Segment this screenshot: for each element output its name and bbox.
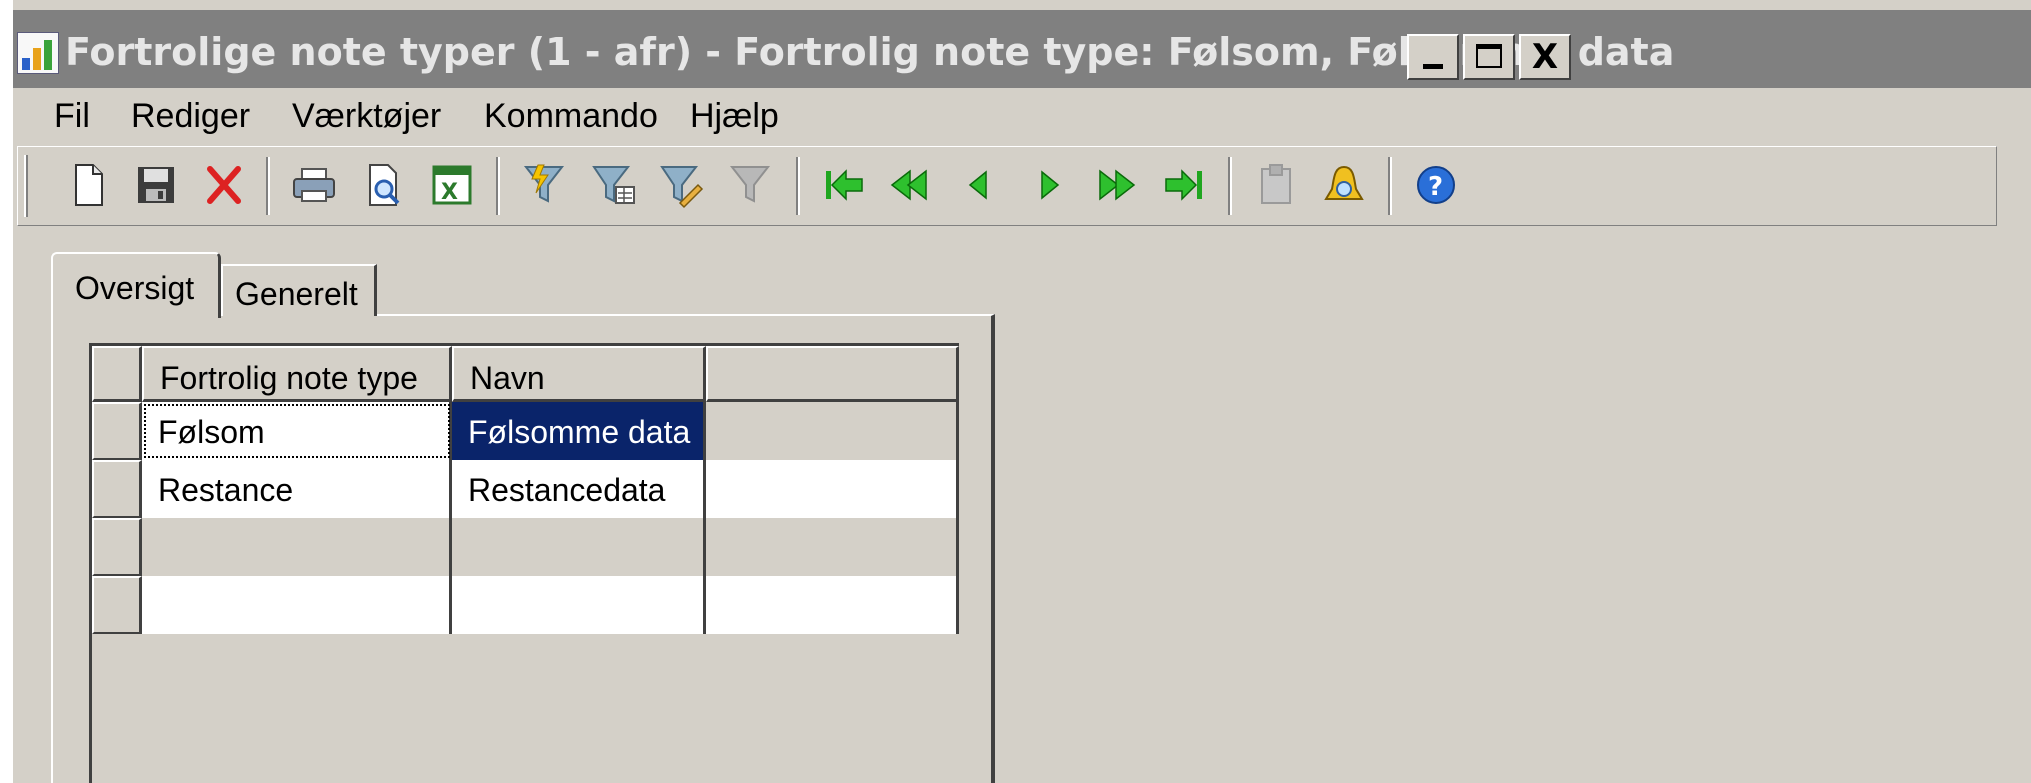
- remove-filter-icon: [724, 159, 776, 211]
- delete-icon[interactable]: [198, 159, 250, 211]
- toolbar-separator: [1228, 157, 1232, 215]
- cell-navn[interactable]: Restancedata: [452, 460, 706, 518]
- menu-bar: Fil Rediger Værktøjer Kommando Hjælp: [13, 88, 2031, 144]
- menu-fil[interactable]: Fil: [54, 93, 90, 139]
- menu-kommando[interactable]: Kommando: [484, 93, 658, 139]
- minimize-icon: [1409, 36, 1457, 78]
- column-header-empty[interactable]: [706, 346, 959, 402]
- row-selector[interactable]: [92, 518, 142, 576]
- tab-oversigt[interactable]: Oversigt: [51, 252, 221, 318]
- app-icon[interactable]: [17, 32, 59, 74]
- last-record-icon[interactable]: [1158, 159, 1210, 211]
- help-icon[interactable]: ?: [1410, 159, 1462, 211]
- menu-vaerktojer[interactable]: Værktøjer: [292, 93, 441, 139]
- print-icon[interactable]: [288, 159, 340, 211]
- next-record-icon[interactable]: [1022, 159, 1074, 211]
- cell-navn[interactable]: Følsomme data: [452, 402, 706, 460]
- svg-text:?: ?: [1428, 172, 1443, 202]
- toolbar-separator: [266, 157, 270, 215]
- menu-rediger[interactable]: Rediger: [131, 93, 250, 139]
- cell-navn[interactable]: [452, 576, 706, 634]
- cell-empty[interactable]: [706, 576, 959, 634]
- toolbar-separator: [1388, 157, 1392, 215]
- export-excel-icon[interactable]: X: [426, 159, 478, 211]
- save-icon[interactable]: [130, 159, 182, 211]
- advanced-filter-icon[interactable]: [588, 159, 640, 211]
- cell-note-type[interactable]: Følsom: [142, 402, 452, 460]
- row-selector[interactable]: [92, 576, 142, 634]
- app-window: Fortrolige note typer (1 - afr) - Fortro…: [13, 0, 2031, 783]
- data-grid: Fortrolig note type Navn Følsom Følsomme…: [89, 343, 959, 783]
- cell-empty[interactable]: [706, 402, 959, 460]
- next-page-icon[interactable]: [1090, 159, 1142, 211]
- previous-record-icon[interactable]: [954, 159, 1006, 211]
- print-preview-icon[interactable]: [358, 159, 410, 211]
- row-selector[interactable]: [92, 402, 142, 460]
- minimize-button[interactable]: [1407, 34, 1459, 80]
- cell-note-type[interactable]: Restance: [142, 460, 452, 518]
- previous-page-icon[interactable]: [886, 159, 938, 211]
- grid-corner[interactable]: [92, 346, 142, 402]
- close-icon: X: [1531, 37, 1559, 77]
- new-document-icon[interactable]: [62, 159, 114, 211]
- first-record-icon[interactable]: [818, 159, 870, 211]
- alert-bell-icon[interactable]: [1318, 159, 1370, 211]
- filter-by-selection-icon[interactable]: [518, 159, 570, 211]
- document-handling-icon: [1250, 159, 1302, 211]
- toolbar-separator: [496, 157, 500, 215]
- column-header-note-type[interactable]: Fortrolig note type: [142, 346, 452, 402]
- title-bar[interactable]: Fortrolige note typer (1 - afr) - Fortro…: [13, 10, 2031, 88]
- row-selector[interactable]: [92, 460, 142, 518]
- svg-text:X: X: [441, 180, 458, 205]
- cell-empty[interactable]: [706, 518, 959, 576]
- tab-generelt[interactable]: Generelt: [221, 264, 377, 316]
- cell-note-type[interactable]: [142, 518, 452, 576]
- cell-navn[interactable]: [452, 518, 706, 576]
- cell-empty[interactable]: [706, 460, 959, 518]
- close-button[interactable]: X: [1519, 34, 1571, 80]
- filter-by-grid-icon[interactable]: [656, 159, 708, 211]
- cell-note-type[interactable]: [142, 576, 452, 634]
- toolbar-separator: [796, 157, 800, 215]
- maximize-icon: [1465, 36, 1513, 78]
- column-header-navn[interactable]: Navn: [452, 346, 706, 402]
- maximize-button[interactable]: [1463, 34, 1515, 80]
- toolbar-grip[interactable]: [24, 155, 28, 217]
- menu-hjaelp[interactable]: Hjælp: [690, 93, 779, 139]
- toolbar: X ?: [17, 146, 1997, 226]
